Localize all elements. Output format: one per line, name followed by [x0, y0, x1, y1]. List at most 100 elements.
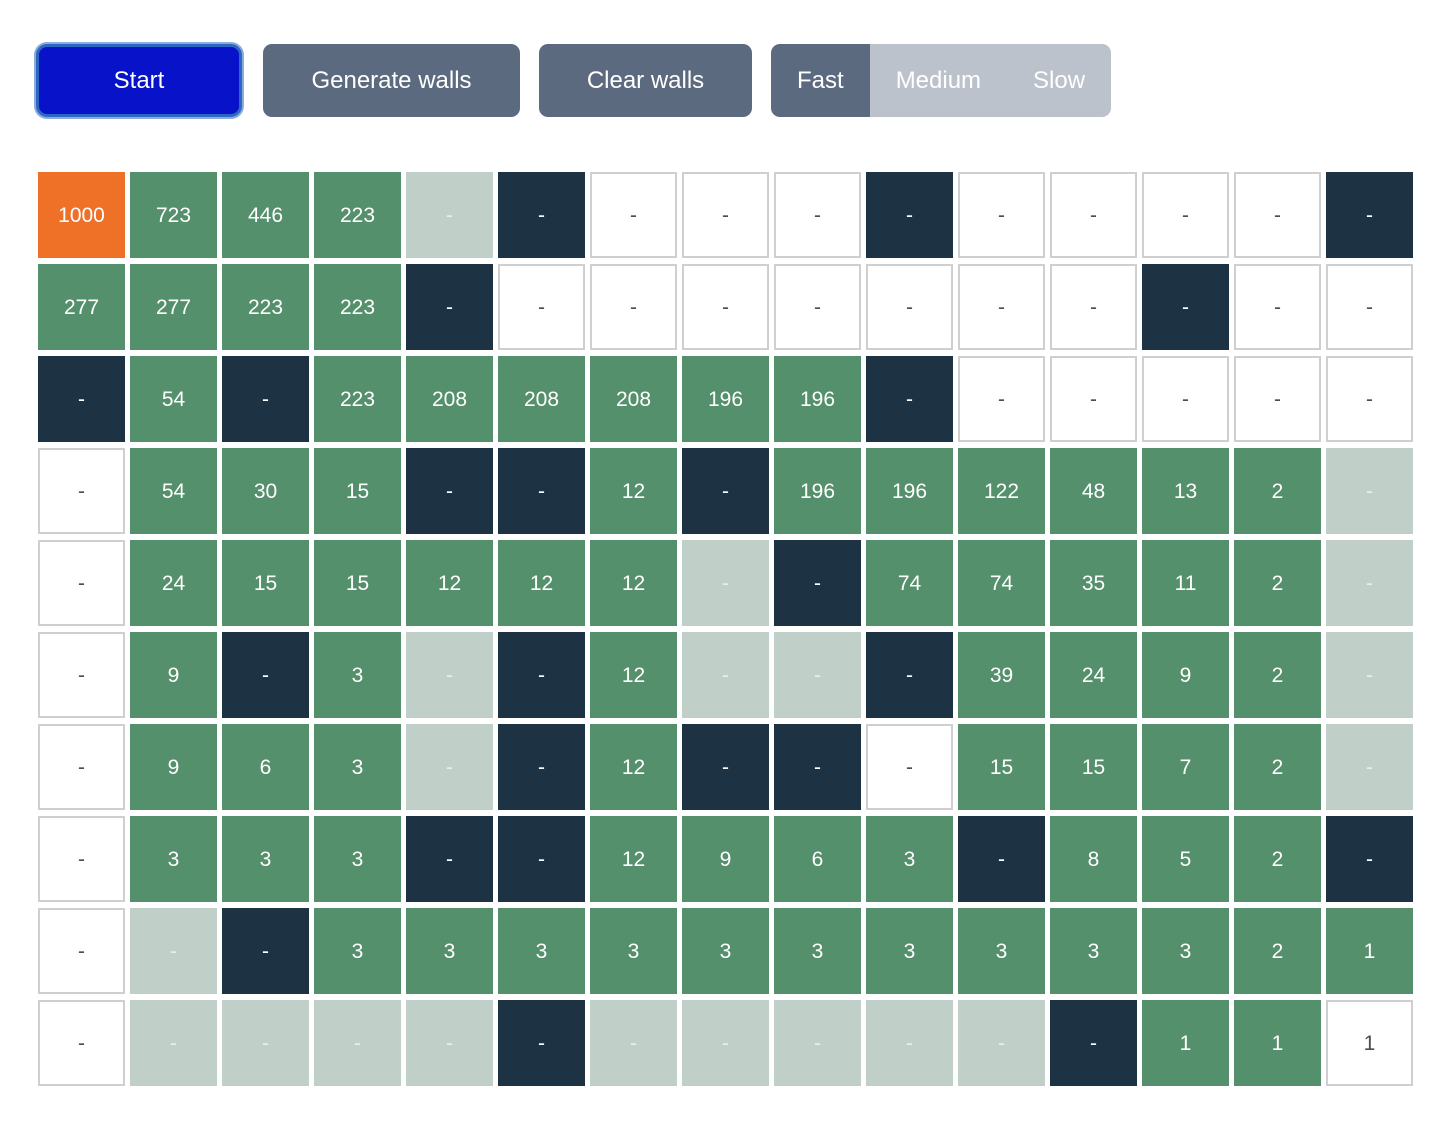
grid-cell-unvisited[interactable]: -	[774, 264, 861, 350]
grid-cell-visited[interactable]: 13	[1142, 448, 1229, 534]
grid-cell-unvisited[interactable]: -	[682, 172, 769, 258]
grid-cell-visited[interactable]: 1	[1326, 908, 1413, 994]
grid-cell-unvisited[interactable]: -	[958, 356, 1045, 442]
grid-cell-unvisited[interactable]: -	[1050, 264, 1137, 350]
grid-cell-visited[interactable]: 2	[1234, 908, 1321, 994]
grid-cell-faded[interactable]: -	[866, 1000, 953, 1086]
start-button[interactable]: Start	[36, 44, 242, 117]
grid-cell-visited[interactable]: 1	[1142, 1000, 1229, 1086]
grid-cell-visited[interactable]: 12	[590, 816, 677, 902]
grid-cell-visited[interactable]: 9	[1142, 632, 1229, 718]
grid-cell-visited[interactable]: 208	[498, 356, 585, 442]
grid-cell-wall[interactable]: -	[774, 540, 861, 626]
grid-cell-visited[interactable]: 122	[958, 448, 1045, 534]
speed-button-medium[interactable]: Medium	[869, 44, 1008, 117]
grid-cell-wall[interactable]: -	[222, 632, 309, 718]
grid-cell-wall[interactable]: -	[498, 724, 585, 810]
grid-cell-visited[interactable]: 3	[314, 724, 401, 810]
grid-cell-visited[interactable]: 3	[314, 816, 401, 902]
grid-cell-visited[interactable]: 6	[222, 724, 309, 810]
grid-cell-visited[interactable]: 3	[314, 632, 401, 718]
grid-cell-visited[interactable]: 9	[682, 816, 769, 902]
grid-cell-unvisited[interactable]: -	[1234, 172, 1321, 258]
grid-cell-wall[interactable]: -	[38, 356, 125, 442]
grid-cell-visited[interactable]: 208	[590, 356, 677, 442]
grid-cell-unvisited[interactable]: -	[38, 908, 125, 994]
grid-cell-wall[interactable]: -	[498, 172, 585, 258]
grid-cell-faded[interactable]: -	[590, 1000, 677, 1086]
grid-cell-visited[interactable]: 12	[590, 448, 677, 534]
grid-cell-visited[interactable]: 1	[1234, 1000, 1321, 1086]
speed-button-slow[interactable]: Slow	[1007, 44, 1112, 117]
generate-walls-button[interactable]: Generate walls	[263, 44, 520, 117]
grid-cell-visited[interactable]: 15	[314, 540, 401, 626]
grid-cell-faded[interactable]: -	[130, 1000, 217, 1086]
grid-cell-unvisited[interactable]: -	[682, 264, 769, 350]
grid-cell-wall[interactable]: -	[866, 356, 953, 442]
grid-cell-visited[interactable]: 12	[498, 540, 585, 626]
grid-cell-unvisited[interactable]: -	[1326, 356, 1413, 442]
grid-cell-visited[interactable]: 15	[1050, 724, 1137, 810]
grid-cell-wall[interactable]: -	[1326, 816, 1413, 902]
grid-cell-faded[interactable]: -	[1326, 540, 1413, 626]
grid-cell-visited[interactable]: 3	[958, 908, 1045, 994]
grid-cell-visited[interactable]: 3	[1050, 908, 1137, 994]
grid-cell-unvisited[interactable]: -	[38, 632, 125, 718]
grid-cell-faded[interactable]: -	[406, 632, 493, 718]
grid-cell-unvisited[interactable]: -	[590, 264, 677, 350]
grid-cell-visited[interactable]: 9	[130, 632, 217, 718]
grid-cell-wall[interactable]: -	[222, 908, 309, 994]
grid-cell-wall[interactable]: -	[498, 632, 585, 718]
grid-cell-visited[interactable]: 15	[222, 540, 309, 626]
grid-cell-faded[interactable]: -	[406, 172, 493, 258]
grid-cell-visited[interactable]: 24	[130, 540, 217, 626]
grid-cell-faded[interactable]: -	[1326, 632, 1413, 718]
grid-cell-unvisited[interactable]: -	[590, 172, 677, 258]
grid-cell-visited[interactable]: 223	[314, 172, 401, 258]
grid-cell-wall[interactable]: -	[682, 448, 769, 534]
grid-cell-wall[interactable]: -	[406, 816, 493, 902]
grid-cell-visited[interactable]: 3	[498, 908, 585, 994]
grid-cell-visited[interactable]: 24	[1050, 632, 1137, 718]
grid-cell-visited[interactable]: 15	[314, 448, 401, 534]
grid-cell-visited[interactable]: 196	[682, 356, 769, 442]
grid-cell-wall[interactable]: -	[406, 264, 493, 350]
grid-cell-visited[interactable]: 39	[958, 632, 1045, 718]
grid-cell-unvisited[interactable]: 1	[1326, 1000, 1413, 1086]
grid-cell-visited[interactable]: 2	[1234, 816, 1321, 902]
grid-cell-wall[interactable]: -	[1142, 264, 1229, 350]
grid-cell-unvisited[interactable]: -	[1050, 356, 1137, 442]
grid-cell-unvisited[interactable]: -	[38, 540, 125, 626]
grid-cell-unvisited[interactable]: -	[866, 264, 953, 350]
grid-cell-visited[interactable]: 3	[866, 816, 953, 902]
grid-cell-wall[interactable]: -	[1326, 172, 1413, 258]
grid-cell-visited[interactable]: 2	[1234, 448, 1321, 534]
grid-cell-visited[interactable]: 3	[774, 908, 861, 994]
grid-cell-visited[interactable]: 277	[38, 264, 125, 350]
grid-cell-unvisited[interactable]: -	[1234, 356, 1321, 442]
grid-cell-wall[interactable]: -	[498, 448, 585, 534]
speed-button-fast[interactable]: Fast	[771, 44, 870, 117]
grid-cell-unvisited[interactable]: -	[1326, 264, 1413, 350]
grid-cell-unvisited[interactable]: -	[498, 264, 585, 350]
grid-cell-faded[interactable]: -	[1326, 724, 1413, 810]
grid-cell-unvisited[interactable]: -	[866, 724, 953, 810]
grid-cell-visited[interactable]: 30	[222, 448, 309, 534]
grid-cell-visited[interactable]: 12	[590, 632, 677, 718]
grid-cell-unvisited[interactable]: -	[38, 1000, 125, 1086]
grid-cell-visited[interactable]: 208	[406, 356, 493, 442]
grid-cell-faded[interactable]: -	[774, 632, 861, 718]
grid-cell-visited[interactable]: 3	[130, 816, 217, 902]
grid-cell-visited[interactable]: 223	[314, 264, 401, 350]
grid-cell-faded[interactable]: -	[682, 1000, 769, 1086]
grid-cell-visited[interactable]: 12	[406, 540, 493, 626]
grid-cell-visited[interactable]: 3	[866, 908, 953, 994]
grid-cell-visited[interactable]: 3	[1142, 908, 1229, 994]
grid-cell-visited[interactable]: 8	[1050, 816, 1137, 902]
grid-cell-faded[interactable]: -	[774, 1000, 861, 1086]
clear-walls-button[interactable]: Clear walls	[539, 44, 752, 117]
grid-cell-visited[interactable]: 54	[130, 448, 217, 534]
grid-cell-wall[interactable]: -	[682, 724, 769, 810]
grid-cell-visited[interactable]: 7	[1142, 724, 1229, 810]
grid-cell-unvisited[interactable]: -	[958, 172, 1045, 258]
